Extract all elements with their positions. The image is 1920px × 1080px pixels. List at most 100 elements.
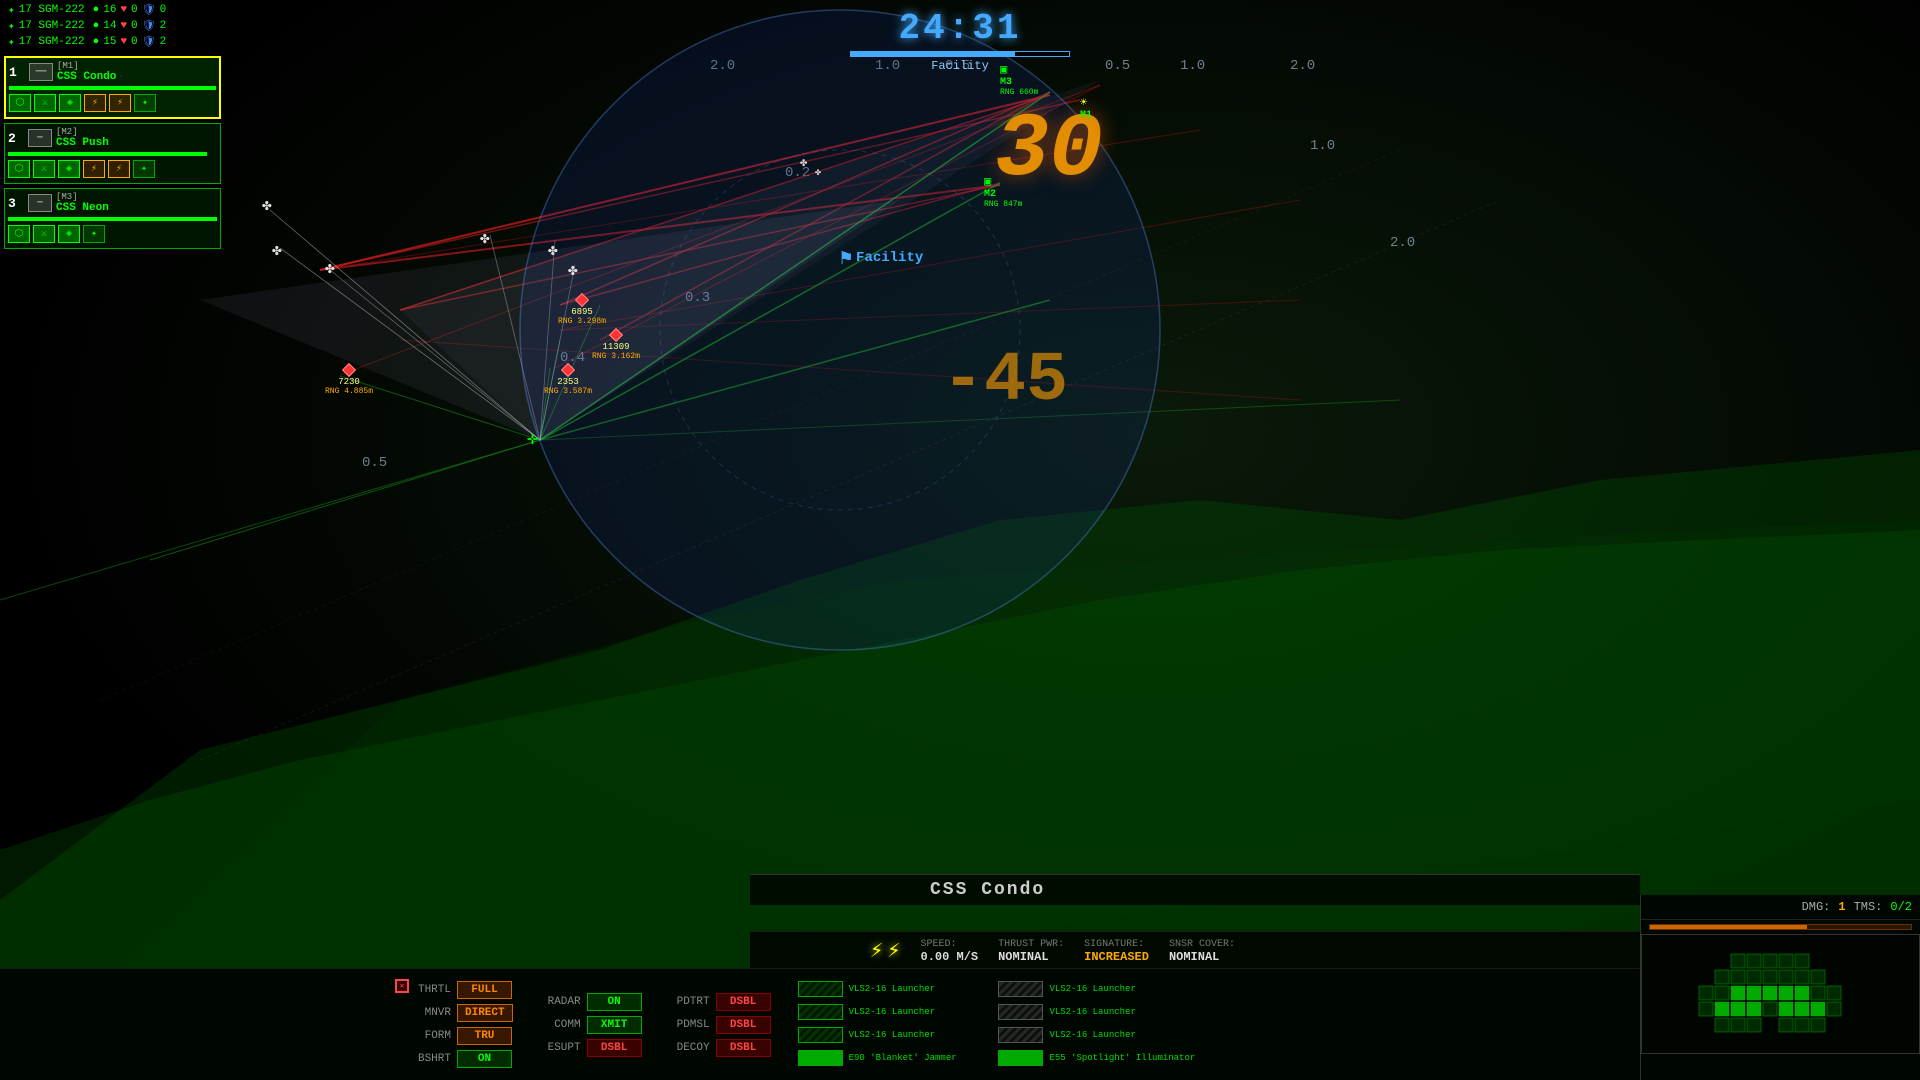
speed-value: 0.00 M/S xyxy=(921,950,979,964)
dmg-label: DMG: xyxy=(1802,900,1831,914)
enemy-7230-id: 7230 xyxy=(338,377,360,387)
enemy-11309: 11309 RNG 3.162m xyxy=(592,330,640,361)
friendly-m2-id: M2 xyxy=(984,189,996,200)
unit-stat-3: ✦ 17 SGM-222 ● 15 ♥0 🛡2 xyxy=(4,34,221,50)
pdtrt-button[interactable]: DSBL xyxy=(716,993,771,1011)
unit-card-1[interactable]: 1 ━━ [M1] CSS Condo ⬡ ⚔ ◈ ⚡ ⚡ ✦ xyxy=(4,56,221,119)
action-icon-4[interactable]: ⚡ xyxy=(84,94,106,112)
facility-label-text: Facility xyxy=(856,250,923,266)
cmd-block-1: THRTL FULL MNVR DIRECT FORM TRU BSHRT ON xyxy=(400,981,513,1068)
weapon-1-name: VLS2-16 Launcher xyxy=(849,984,995,994)
weapon-bar-2 xyxy=(998,981,1043,997)
enemy-11309-id: 11309 xyxy=(603,342,630,352)
weapon-4-name: VLS2-16 Launcher xyxy=(1049,1007,1195,1017)
action-icon-6[interactable]: ✦ xyxy=(134,94,156,112)
pdtrt-label: PDTRT xyxy=(659,996,714,1008)
weapon-5-name: VLS2-16 Launcher xyxy=(849,1030,995,1040)
ship-svg xyxy=(1651,944,1911,1044)
enemy-6895: 6895 RNG 3.298m xyxy=(558,295,606,326)
u2-action-6[interactable]: ✦ xyxy=(133,160,155,178)
pdmsl-label: PDMSL xyxy=(659,1019,714,1031)
weapon-2-name: VLS2-16 Launcher xyxy=(1049,984,1195,994)
snsr-value: NOMINAL xyxy=(1169,950,1235,964)
action-icon-1[interactable]: ⬡ xyxy=(9,94,31,112)
cmd-block-3: PDTRT DSBL PDMSL DSBL DECOY DSBL xyxy=(659,993,771,1057)
weapon-row-5: VLS2-16 Launcher xyxy=(798,1027,995,1043)
speed-label: SPEED: xyxy=(921,939,979,950)
unit-card-3[interactable]: 3 ━ [M3] CSS Neon ⬡ ⚔ ◈ ✦ xyxy=(4,188,221,249)
grid-label-1-0-right: 1.0 xyxy=(1180,58,1205,74)
u2-action-2[interactable]: ⚔ xyxy=(33,160,55,178)
form-button[interactable]: TRU xyxy=(457,1027,512,1045)
mnvr-button[interactable]: DIRECT xyxy=(457,1004,513,1022)
esupt-pair: ESUPT DSBL xyxy=(530,1039,642,1057)
comm-button[interactable]: XMIT xyxy=(587,1016,642,1034)
dmg-progress-bar xyxy=(1649,924,1912,930)
u2-action-4[interactable]: ⚡ xyxy=(83,160,105,178)
weapon-row-1: VLS2-16 Launcher xyxy=(798,981,995,997)
form-pair: FORM TRU xyxy=(400,1027,513,1045)
u2-action-1[interactable]: ⬡ xyxy=(8,160,30,178)
radar-pair: RADAR ON xyxy=(530,993,642,1011)
thrtl-pair: THRTL FULL xyxy=(400,981,513,999)
bshrt-button[interactable]: ON xyxy=(457,1050,512,1068)
score-neg: -45 xyxy=(942,342,1068,421)
cmd-grid: ✕ THRTL FULL MNVR DIRECT FORM TRU BSHRT … xyxy=(0,968,1640,1080)
drone-1: ✤ xyxy=(262,195,272,215)
unit-card-2[interactable]: 2 ━ [M2] CSS Push ⬡ ⚔ ◈ ⚡ ⚡ ✦ xyxy=(4,123,221,184)
ship-name-area: CSS Condo xyxy=(750,874,1640,905)
comm-pair: COMM XMIT xyxy=(530,1016,642,1034)
u3-action-3[interactable]: ◈ xyxy=(58,225,80,243)
thrust-value: NOMINAL xyxy=(998,950,1064,964)
weapon-row-2: VLS2-16 Launcher xyxy=(998,981,1195,997)
decoy-label: DECOY xyxy=(659,1042,714,1054)
weapon-row-6: VLS2-16 Launcher xyxy=(998,1027,1195,1043)
timer-label: Facility xyxy=(931,59,989,73)
bshrt-pair: BSHRT ON xyxy=(400,1050,513,1068)
left-panel: ✦ 17 SGM-222 ● 16 ♥0 🛡0 ✦ 17 SGM-222 ● 1… xyxy=(0,0,225,253)
weapon-row-3: VLS2-16 Launcher xyxy=(798,1004,995,1020)
u3-action-1[interactable]: ⬡ xyxy=(8,225,30,243)
weapon-3-name: VLS2-16 Launcher xyxy=(849,1007,995,1017)
friendly-m1: ☀ M1 xyxy=(1080,95,1092,121)
pdmsl-button[interactable]: DSBL xyxy=(716,1016,771,1034)
decoy-button[interactable]: DSBL xyxy=(716,1039,771,1057)
weapon-slots: VLS2-16 Launcher VLS2-16 Launcher VLS2-1… xyxy=(798,981,1196,1069)
action-icon-5[interactable]: ⚡ xyxy=(109,94,131,112)
bshrt-label: BSHRT xyxy=(400,1053,455,1065)
unit-2-health xyxy=(8,152,207,156)
drone-7: ✤ xyxy=(800,155,807,170)
action-icon-2[interactable]: ⚔ xyxy=(34,94,56,112)
u2-action-3[interactable]: ◈ xyxy=(58,160,80,178)
pdtrt-pair: PDTRT DSBL xyxy=(659,993,771,1011)
cmd-block-2: RADAR ON COMM XMIT ESUPT DSBL xyxy=(530,993,642,1057)
friendly-m1-id: M1 xyxy=(1080,110,1092,121)
signature-group: SIGNATURE: INCREASED xyxy=(1084,939,1149,964)
weapon-row-8: E55 'Spotlight' Illuminator xyxy=(998,1050,1195,1066)
radar-button[interactable]: ON xyxy=(587,993,642,1011)
lightning-icons-group: ⚡ ⚡ xyxy=(870,938,901,964)
timer-progress xyxy=(850,51,1070,57)
weapon-8-name: E55 'Spotlight' Illuminator xyxy=(1049,1053,1195,1063)
drone-8: ✤ xyxy=(815,167,821,179)
unit-1-actions: ⬡ ⚔ ◈ ⚡ ⚡ ✦ xyxy=(9,92,216,114)
snsr-label: SNSR COVER: xyxy=(1169,939,1235,950)
u3-action-4[interactable]: ✦ xyxy=(83,225,105,243)
thrtl-button[interactable]: FULL xyxy=(457,981,512,999)
friendly-m2-rng: RNG 847m xyxy=(984,200,1022,209)
drone-2: ✤ xyxy=(272,240,282,260)
enemy-11309-rng: RNG 3.162m xyxy=(592,352,640,361)
esupt-button[interactable]: DSBL xyxy=(587,1039,642,1057)
u3-action-2[interactable]: ⚔ xyxy=(33,225,55,243)
thrust-label: THRUST PWR: xyxy=(998,939,1064,950)
cancel-button[interactable]: ✕ xyxy=(395,979,409,993)
unit-3-health xyxy=(8,217,217,221)
weapon-bar-5 xyxy=(798,1027,843,1043)
u2-action-5[interactable]: ⚡ xyxy=(108,160,130,178)
enemy-2353-rng: RNG 3.587m xyxy=(544,387,592,396)
unit-1-icon: ━━ xyxy=(29,63,53,81)
action-icon-3[interactable]: ◈ xyxy=(59,94,81,112)
form-label: FORM xyxy=(400,1030,455,1042)
unit-card-1-header: 1 ━━ [M1] CSS Condo xyxy=(9,61,216,83)
grid-label-2-0-far-right: 2.0 xyxy=(1390,235,1415,251)
